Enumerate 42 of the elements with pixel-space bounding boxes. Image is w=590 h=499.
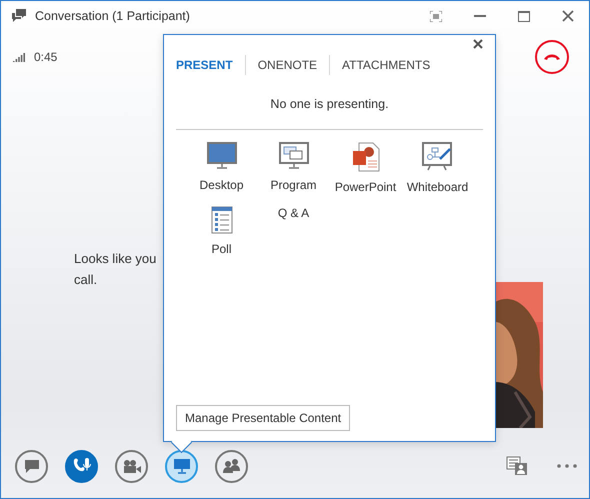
present-option[interactable]: Program: [258, 142, 330, 194]
list-form-icon: [210, 206, 232, 234]
chat-bubbles-icon: [11, 8, 27, 24]
video-camera-icon: [122, 458, 142, 474]
close-icon: [473, 39, 483, 49]
call-button[interactable]: [65, 450, 98, 482]
phone-icon: [543, 53, 561, 61]
present-option[interactable]: Desktop: [186, 142, 258, 194]
present-option[interactable]: Poll: [186, 206, 258, 256]
close-icon: [562, 10, 574, 22]
call-duration: 0:45: [34, 50, 58, 64]
presentation-file-icon: [350, 142, 380, 172]
presenting-status: No one is presenting.: [269, 97, 390, 111]
monitor-icon: [206, 142, 236, 170]
minimize-icon: [474, 15, 486, 17]
present-option[interactable]: PowerPoint: [330, 142, 402, 194]
video-button[interactable]: [115, 450, 148, 482]
tab[interactable]: ONENOTE: [244, 55, 330, 75]
message-text: call.: [74, 271, 98, 289]
message-text: Looks like you: [74, 250, 156, 268]
tab[interactable]: PRESENT: [176, 55, 245, 75]
whiteboard-icon: [422, 142, 454, 172]
chat-bubble-icon: [24, 458, 40, 474]
more-icon: [557, 464, 577, 468]
present-button[interactable]: [165, 450, 198, 482]
chat-button[interactable]: [15, 450, 48, 482]
signal-icon: [13, 52, 26, 62]
contact-card-icon: [506, 456, 528, 476]
contact-card-button[interactable]: [506, 456, 528, 476]
maximize-icon: [518, 10, 530, 22]
monitor-windows-icon: [278, 142, 308, 170]
fullscreen-icon: [430, 10, 442, 22]
present-option[interactable]: Q & A: [258, 206, 330, 256]
participants-button[interactable]: [215, 450, 248, 482]
monitor-icon: [172, 458, 190, 474]
more-options-button[interactable]: [557, 464, 577, 468]
present-option[interactable]: Whiteboard: [402, 142, 474, 194]
tab[interactable]: ATTACHMENTS: [329, 55, 442, 75]
people-icon: [222, 458, 242, 474]
hang-up-button[interactable]: [535, 40, 569, 74]
manage-content-button[interactable]: Manage Presentable Content: [176, 405, 350, 431]
window-title: Conversation (1 Participant): [35, 9, 191, 23]
